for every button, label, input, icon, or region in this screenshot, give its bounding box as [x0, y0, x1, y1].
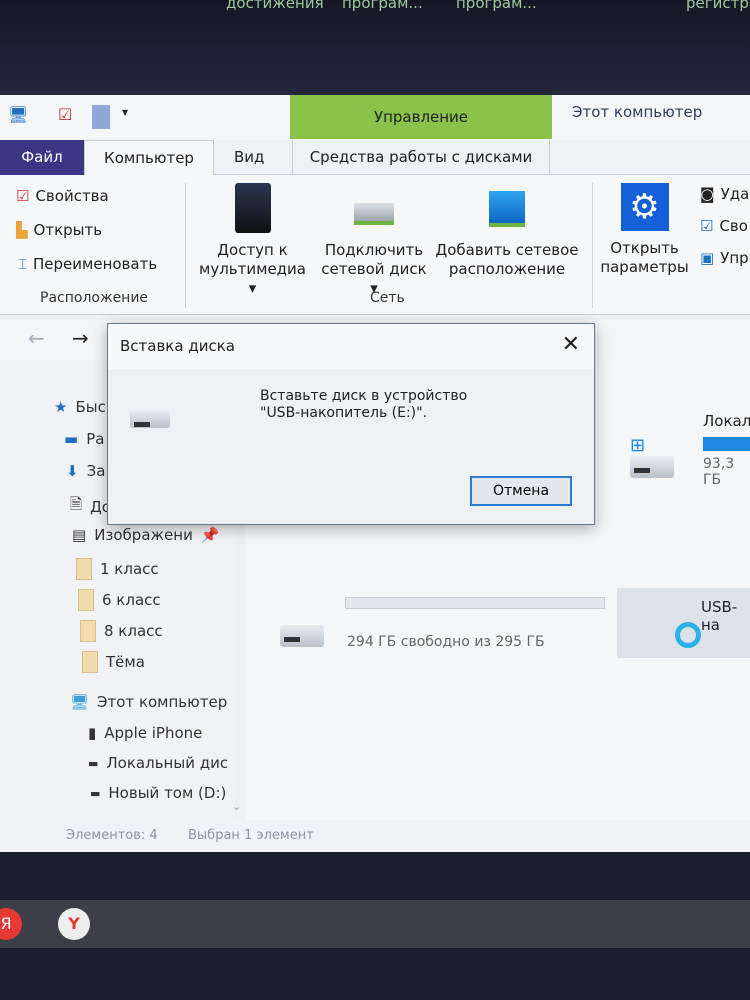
- folder-icon: [76, 558, 92, 580]
- media-access-button[interactable]: Доступ к мультимедиа ▾: [195, 183, 310, 298]
- nav-local-disk[interactable]: ▬ Локальный дис: [88, 754, 228, 772]
- local-drive-usage-bar: [703, 437, 750, 451]
- title-bar: 🖥 ☑ ▾ Управление Этот компьютер: [0, 95, 750, 140]
- properties-icon: ☑: [16, 187, 30, 205]
- manage-icon: ▣: [700, 249, 715, 267]
- yandex-browser-icon[interactable]: Я: [0, 908, 22, 940]
- taskbar-item[interactable]: програм...: [342, 0, 423, 12]
- status-bar: Элементов: 4 Выбран 1 элемент: [0, 820, 750, 852]
- nav-new-volume[interactable]: ▬ Новый том (D:): [90, 784, 226, 802]
- nav-this-pc[interactable]: 🖥 Этот компьютер: [70, 693, 227, 711]
- properties-button[interactable]: ☑ Свойства: [16, 187, 109, 205]
- context-tab-manage: Управление: [290, 95, 552, 139]
- media-server-icon: [234, 183, 271, 233]
- divider: [185, 183, 186, 308]
- properties-icon[interactable]: ☑: [58, 105, 72, 124]
- system-properties-icon: ☑: [700, 217, 714, 235]
- drive-icon: ▬: [88, 756, 99, 770]
- network-location-icon: [489, 191, 525, 227]
- computer-icon: 🖥: [70, 693, 90, 711]
- taskbar-item[interactable]: достижения: [226, 0, 324, 12]
- open-settings-button[interactable]: ⚙ Открыть параметры: [597, 183, 692, 277]
- divider: [592, 183, 593, 308]
- close-icon[interactable]: ✕: [562, 332, 580, 357]
- nav-folder[interactable]: 1 класс: [76, 558, 159, 580]
- drive-icon: [280, 625, 324, 647]
- gear-icon: ⚙: [620, 183, 669, 231]
- drive-usage-bar: [345, 597, 605, 609]
- local-drive-name[interactable]: Локал: [703, 412, 750, 430]
- dialog-title: Вставка диска: [108, 324, 594, 369]
- folder-icon: [80, 620, 96, 642]
- nav-folder[interactable]: Тёма: [82, 651, 145, 673]
- nav-iphone[interactable]: ▮ Apple iPhone: [88, 724, 202, 742]
- ribbon: ☑ Свойства ▙ Открыть ⌶ Переименовать Распол…: [0, 175, 750, 315]
- open-button[interactable]: ▙ Открыть: [16, 221, 102, 239]
- tab-view[interactable]: Вид: [222, 140, 276, 175]
- manage-button[interactable]: ▣ Упр: [700, 249, 749, 267]
- taskbar-item[interactable]: регистр: [686, 0, 749, 12]
- forward-arrow-icon[interactable]: →: [72, 326, 89, 350]
- rename-icon: ⌶: [18, 255, 28, 273]
- phone-icon: ▮: [88, 724, 97, 742]
- taskbar-item[interactable]: програм...: [456, 0, 537, 12]
- download-icon: ⬇: [66, 462, 79, 480]
- folder-open-icon: ▙: [16, 221, 28, 239]
- selection-status: Выбран 1 элемент: [188, 828, 314, 843]
- nav-downloads[interactable]: ⬇ За: [66, 462, 105, 480]
- insert-disk-dialog: Вставка диска ✕ Вставьте диск в устройст…: [107, 323, 595, 525]
- cancel-button[interactable]: Отмена: [470, 476, 572, 506]
- star-icon: ★: [54, 398, 68, 416]
- desktop-icon: ▬: [64, 430, 79, 448]
- map-network-drive-button[interactable]: Подключить сетевой диск ▾: [318, 183, 430, 298]
- taskbar: Я Y: [0, 900, 750, 948]
- computer-icon[interactable]: 🖥: [8, 105, 28, 124]
- ribbon-tabs: Файл Компьютер Вид Средства работы с дис…: [0, 140, 750, 175]
- nav-documents[interactable]: 🗎 До: [70, 494, 111, 519]
- loading-spinner-icon: [675, 622, 701, 648]
- pin-icon: 📌: [200, 526, 220, 544]
- uninstall-icon: ◙: [700, 185, 715, 203]
- back-arrow-icon[interactable]: ←: [28, 326, 45, 350]
- rename-button[interactable]: ⌶ Переименовать: [18, 255, 157, 273]
- drive-free-space: 294 ГБ свободно из 295 ГБ: [347, 634, 545, 650]
- yandex-icon[interactable]: Y: [58, 908, 90, 940]
- add-network-location-button[interactable]: Добавить сетевое расположение: [434, 183, 580, 279]
- tab-computer[interactable]: Компьютер: [84, 140, 214, 175]
- background-taskbar: достижения програм... програм... регистр: [0, 0, 750, 95]
- usb-drive-icon: [130, 410, 170, 428]
- tab-file[interactable]: Файл: [0, 140, 84, 175]
- nav-folder[interactable]: 6 класс: [78, 589, 161, 611]
- tab-disk-tools[interactable]: Средства работы с дисками: [292, 140, 550, 175]
- nav-quick-access[interactable]: ★ Быс: [54, 398, 106, 416]
- usb-drive-tile[interactable]: USB-на: [617, 588, 750, 658]
- scroll-down-icon[interactable]: ⌄: [232, 800, 241, 813]
- uninstall-button[interactable]: ◙ Уда: [700, 185, 749, 203]
- new-folder-icon[interactable]: [92, 105, 110, 129]
- nav-desktop[interactable]: ▬ Ра: [64, 430, 104, 448]
- drive-icon: ▬: [90, 786, 101, 800]
- document-icon: 🗎: [70, 495, 83, 513]
- usb-drive-name: USB-на: [701, 598, 738, 634]
- nav-folder[interactable]: 8 класс: [80, 620, 163, 642]
- folder-icon: [82, 651, 98, 673]
- group-label-network: Сеть: [370, 290, 405, 306]
- group-label-location: Расположение: [40, 290, 149, 306]
- pictures-icon: ▤: [72, 526, 87, 544]
- dialog-message: Вставьте диск в устройство "USB-накопител…: [260, 388, 468, 421]
- item-count: Элементов: 4: [66, 828, 158, 843]
- folder-icon: [78, 589, 94, 611]
- nav-pictures[interactable]: ▤ Изображени 📌: [72, 526, 220, 544]
- network-drive-icon: [354, 203, 394, 225]
- local-drive-size: 93,3 ГБ: [703, 456, 735, 488]
- window-title: Этот компьютер: [572, 103, 703, 121]
- windows-drive-icon: ⊞: [630, 435, 690, 478]
- system-properties-button[interactable]: ☑ Сво: [700, 217, 748, 235]
- customize-dropdown-icon[interactable]: ▾: [122, 105, 128, 119]
